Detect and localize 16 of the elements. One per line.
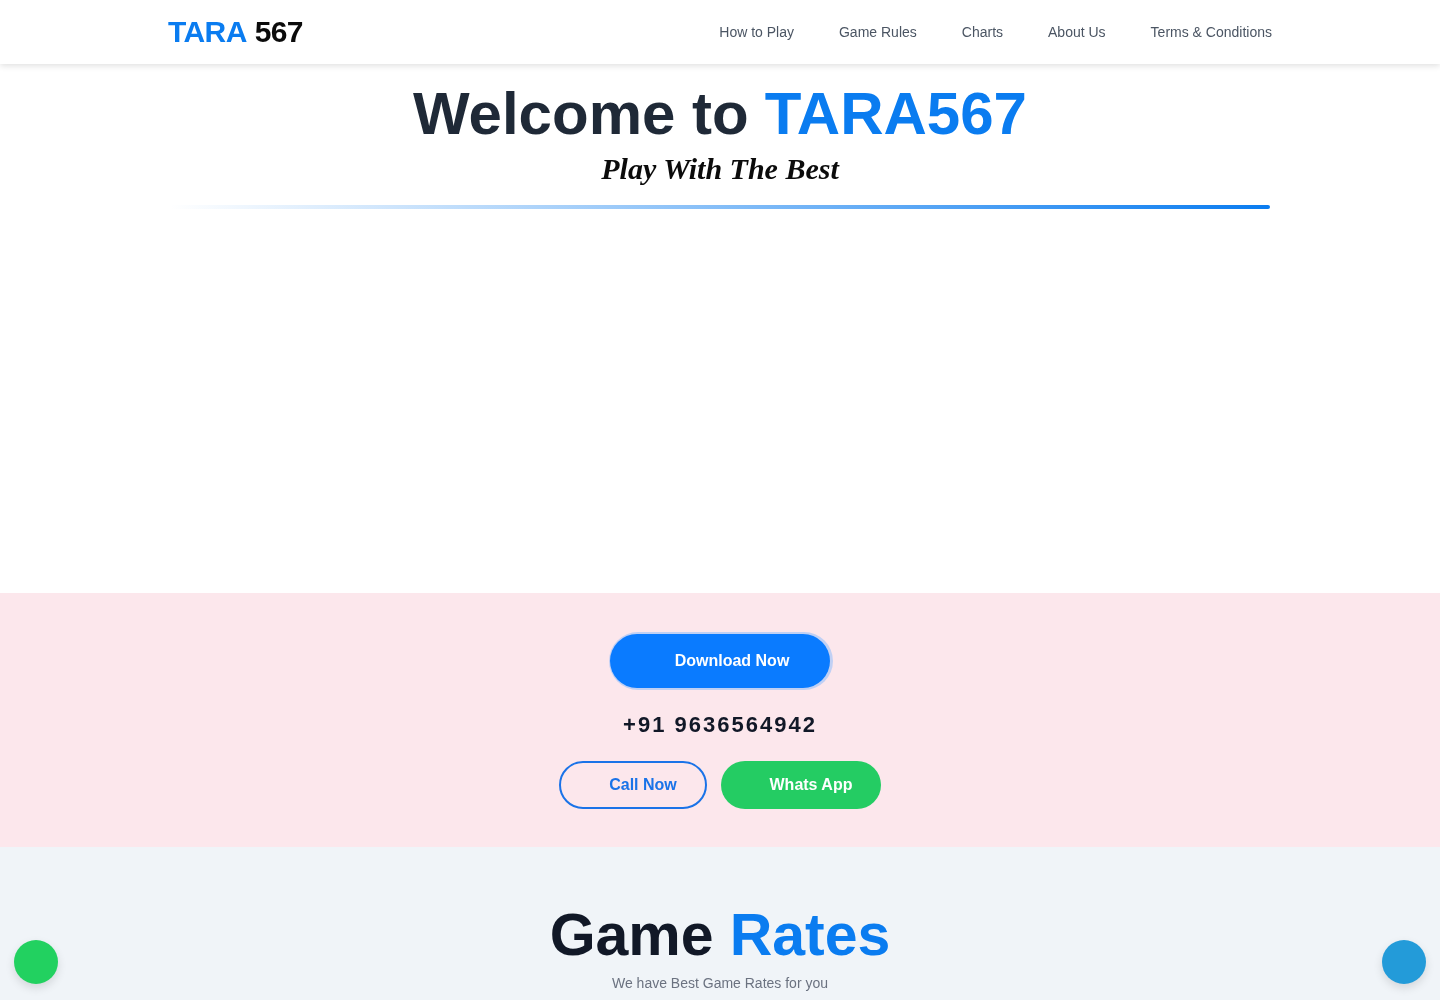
phone-number: +91 9636564942 [623,712,817,738]
nav-link[interactable]: Charts [961,24,1003,40]
section-title-highlight: Rates [729,903,891,967]
hero-tagline: Play With The Best [601,151,839,187]
logo-text[interactable]: TARA [168,15,247,49]
logo-number[interactable]: 567 [254,15,303,49]
section-title: Game [549,903,714,967]
hero-title: Welcome to [413,81,749,147]
hero-title-highlight: TARA567 [764,81,1027,147]
nav-link[interactable]: Game Rules [838,24,917,40]
nav-link[interactable]: How to Play [719,24,794,40]
download-button[interactable]: Download Now [610,634,830,688]
call-button[interactable]: Call Now [559,761,707,809]
nav-link[interactable]: About Us [1048,24,1106,40]
section-subtitle: We have Best Game Rates for you [611,974,829,993]
nav-link[interactable]: Terms & Conditions [1150,24,1272,40]
